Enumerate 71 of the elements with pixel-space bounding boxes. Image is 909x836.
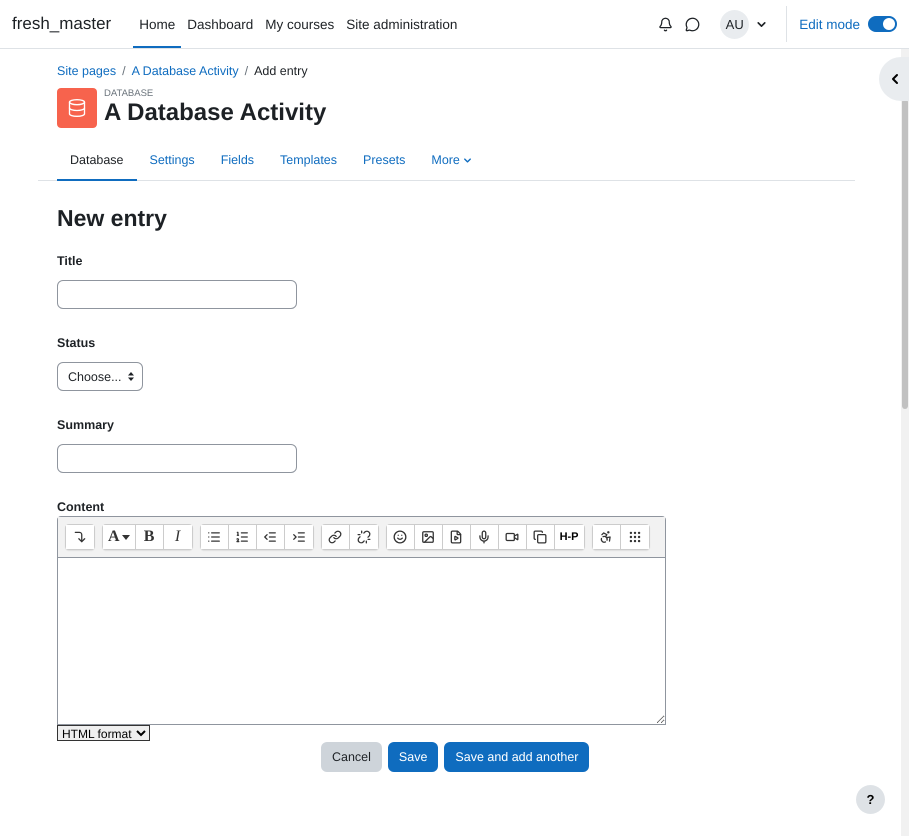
tab[interactable]: More [418,142,486,181]
accessibility-button[interactable] [592,525,621,549]
edit-mode-label: Edit mode [799,16,860,32]
format-select[interactable]: HTML format [57,725,150,741]
toolbar-button[interactable]: A [103,525,136,549]
tab[interactable]: Database [57,142,137,181]
form-button[interactable]: Cancel [321,742,382,772]
bullet-list-button[interactable] [200,525,229,549]
toolbar-button[interactable]: B [136,525,164,549]
text-field[interactable] [57,280,297,309]
video-camera-button[interactable] [498,525,527,549]
file-icon [449,530,464,544]
indent-button[interactable] [284,525,313,549]
dots-icon [628,530,642,544]
arrow-down-icon [73,530,87,544]
toolbar-button[interactable]: H-P [554,525,584,549]
help-button[interactable]: ? [856,785,885,814]
smiley-button[interactable] [386,525,415,549]
nav-link[interactable]: Dashboard [181,0,260,48]
copy-button[interactable] [526,525,555,549]
breadcrumb-current: Add entry [254,64,308,78]
microphone-button[interactable] [470,525,499,549]
tab[interactable]: Fields [208,142,268,181]
numbered-list-button[interactable] [228,525,257,549]
field-label: Summary [57,418,115,432]
text-field[interactable] [57,444,297,473]
breadcrumb-separator: / [244,64,248,78]
dots-button[interactable] [620,525,649,549]
tab[interactable]: Settings [136,142,208,181]
field-label: Status [57,336,96,350]
tab[interactable]: Templates [267,142,350,181]
database-icon [57,88,97,128]
nav-link[interactable]: Site administration [340,0,464,48]
form-button[interactable]: Save and add another [444,742,590,772]
tab[interactable]: Presets [350,142,418,181]
link-icon [328,530,342,544]
user-avatar[interactable]: AU [720,10,750,38]
breadcrumb-link[interactable]: A Database Activity [132,64,239,78]
file-button[interactable] [442,525,471,549]
site-name[interactable]: fresh_master [12,14,112,34]
accessibility-icon [599,530,614,544]
sort-caret-icon [128,372,134,381]
indent-icon [292,530,306,544]
field-label: Title [57,254,84,268]
video-camera-icon [505,530,520,544]
outdent-button[interactable] [256,525,285,549]
nav-link[interactable]: Home [133,0,182,48]
page-title: A Database Activity [104,99,326,128]
form-button[interactable]: Save [388,742,438,772]
breadcrumb-separator: / [122,64,126,78]
toolbar-button[interactable]: I [164,525,192,549]
link-button[interactable] [322,525,350,549]
image-button[interactable] [414,525,443,549]
microphone-icon [477,530,492,544]
copy-icon [533,530,548,544]
edit-mode-toggle[interactable] [868,16,897,32]
unlink-button[interactable] [350,525,378,549]
field-label: Content [57,500,106,514]
numbered-list-icon [235,530,250,544]
form-heading: New entry [57,205,168,232]
image-icon [421,530,436,544]
smiley-icon [393,530,408,544]
drawer-toggle[interactable] [879,57,909,101]
unlink-icon [356,530,371,544]
text-editor[interactable]: A B I H-P [57,516,666,725]
outdent-icon [263,530,278,544]
activity-type: DATABASE [104,88,154,100]
nav-link[interactable]: My courses [259,0,340,48]
bullet-list-icon [207,530,222,544]
breadcrumb-link[interactable]: Site pages [57,64,116,78]
status-select[interactable]: Choose... [57,362,143,391]
